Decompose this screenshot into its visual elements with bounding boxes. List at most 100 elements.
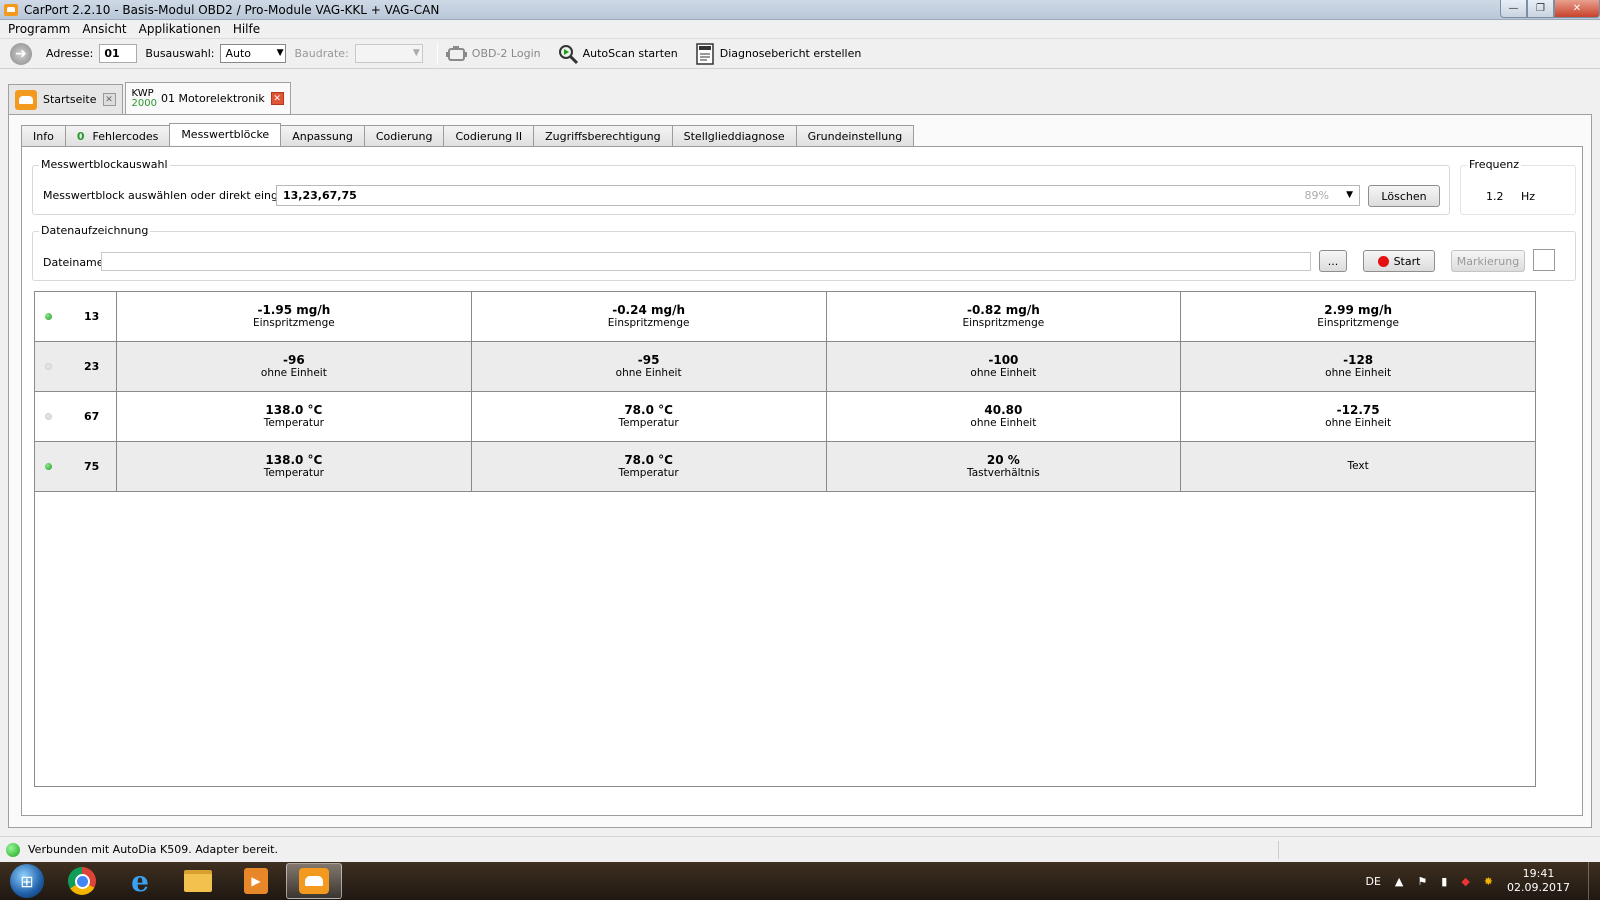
record-start-button[interactable]: Start [1363, 250, 1435, 272]
obd2-login-button[interactable]: OBD-2 Login [445, 43, 541, 65]
bus-label: Busauswahl: [145, 47, 215, 60]
tab-fehlercodes[interactable]: 0 Fehlercodes [64, 125, 171, 146]
bus-select-value: Auto [225, 47, 252, 60]
minimize-button[interactable]: — [1500, 0, 1527, 18]
toolbar-separator [436, 42, 438, 65]
internet-explorer-icon: e [131, 864, 149, 898]
mwb-selection-title: Messwertblockauswahl [39, 158, 170, 171]
carport-app-icon [4, 3, 18, 16]
value-unit: Temperatur [618, 467, 679, 479]
measured-value: -0.24 mg/h [612, 303, 686, 317]
mwb-select-input[interactable]: 13,23,67,75 89% ▼ [276, 185, 1360, 206]
taskbar-carport[interactable] [286, 863, 342, 899]
car-icon [15, 89, 37, 110]
diagnose-report-button[interactable]: Diagnosebericht erstellen [694, 42, 862, 65]
frequency-unit: Hz [1521, 190, 1536, 203]
tab-stellglieddiagnose[interactable]: Stellglieddiagnose [671, 125, 797, 146]
connection-led-icon [6, 842, 20, 857]
tab-zugriffsberechtigung[interactable]: Zugriffsberechtigung [533, 125, 673, 146]
menu-ansicht[interactable]: Ansicht [78, 22, 134, 36]
mwb-select-label: Messwertblock auswählen oder direkt eing… [43, 189, 310, 202]
value-cell: Text [1181, 442, 1535, 491]
language-indicator[interactable]: DE [1366, 875, 1381, 888]
measured-value: -1.95 mg/h [257, 303, 331, 317]
record-start-label: Start [1393, 254, 1421, 268]
taskbar-explorer[interactable] [170, 863, 226, 899]
antivirus-icon[interactable]: ◆ [1461, 875, 1469, 888]
obd2-login-label: OBD-2 Login [471, 47, 541, 60]
action-center-flag-icon[interactable]: ⚑ [1417, 875, 1427, 888]
connect-arrow-button[interactable]: ➜ [10, 42, 32, 65]
value-unit: ohne Einheit [970, 367, 1037, 379]
close-tab-icon[interactable]: ✕ [102, 93, 116, 106]
measured-value: 138.0 °C [265, 453, 323, 467]
status-led-icon [45, 313, 52, 320]
value-unit: Temperatur [618, 417, 679, 429]
taskbar-internet-explorer[interactable]: e [112, 863, 168, 899]
kwp-version: 2000 [131, 97, 157, 109]
filename-label: Dateiname [43, 256, 104, 269]
menu-bar: Programm Ansicht Applikationen Hilfe [0, 20, 1600, 39]
frequency-title: Frequenz [1467, 158, 1522, 171]
start-button[interactable]: ⊞ [10, 864, 44, 898]
filename-input[interactable] [101, 252, 1311, 271]
marker-checkbox[interactable] [1533, 249, 1555, 271]
block-status-cell: 23 [35, 342, 117, 391]
show-hidden-icons-icon[interactable]: ▲ [1395, 875, 1403, 888]
block-status-cell: 75 [35, 442, 117, 491]
measured-value: 78.0 °C [624, 453, 673, 467]
tab-startseite[interactable]: Startseite ✕ [8, 84, 123, 114]
address-input[interactable]: 01 [99, 44, 138, 63]
tab-startseite-label: Startseite [43, 93, 97, 106]
value-unit: ohne Einheit [615, 367, 682, 379]
taskbar-chrome[interactable] [54, 863, 110, 899]
show-desktop-button[interactable] [1588, 862, 1600, 900]
tab-motorelektronik[interactable]: KWP 2000 01 Motorelektronik ✕ [124, 82, 291, 114]
value-cell: -12.75 ohne Einheit [1181, 392, 1535, 441]
battery-icon[interactable]: ▮ [1441, 875, 1447, 888]
autoscan-label: AutoScan starten [582, 47, 678, 60]
volume-icon[interactable]: ✸ [1484, 875, 1493, 888]
address-label: Adresse: [46, 47, 94, 60]
tab-codierung[interactable]: Codierung [363, 125, 445, 146]
baud-select[interactable]: ▼ [354, 44, 423, 63]
taskbar-media-player[interactable]: ▶ [228, 863, 284, 899]
close-button[interactable]: ✕ [1554, 0, 1600, 18]
frequency-value: 1.2 [1486, 190, 1504, 203]
value-cell: 78.0 °C Temperatur [471, 442, 827, 491]
title-bar: CarPort 2.2.10 - Basis-Modul OBD2 / Pro-… [0, 0, 1600, 20]
value-cell: 138.0 °C Temperatur [117, 442, 472, 491]
measured-value: 138.0 °C [265, 403, 323, 417]
table-row: 23 -96 ohne Einheit -95 ohne Einheit -100 o… [35, 342, 1535, 392]
close-tab-icon[interactable]: ✕ [270, 92, 284, 105]
maximize-button[interactable]: ❐ [1527, 0, 1554, 18]
value-unit: Text [1347, 460, 1369, 472]
autoscan-button[interactable]: AutoScan starten [557, 43, 678, 65]
value-unit: ohne Einheit [1325, 367, 1392, 379]
block-status-cell: 13 [35, 292, 117, 341]
browse-button[interactable]: ... [1319, 250, 1347, 272]
menu-applikationen[interactable]: Applikationen [135, 22, 229, 36]
value-unit: Einspritzmenge [1317, 317, 1399, 329]
tab-messwertbloecke[interactable]: Messwertblöcke [169, 123, 282, 145]
menu-programm[interactable]: Programm [4, 22, 78, 36]
tab-codierung-2[interactable]: Codierung II [443, 125, 535, 146]
value-cell: -0.24 mg/h Einspritzmenge [472, 292, 827, 341]
tab-info[interactable]: Info [21, 125, 66, 146]
value-cell: 78.0 °C Temperatur [472, 392, 827, 441]
markierung-button[interactable]: Markierung [1451, 250, 1525, 272]
tab-anpassung[interactable]: Anpassung [280, 125, 365, 146]
value-cell: 2.99 mg/h Einspritzmenge [1181, 292, 1535, 341]
value-unit: Tastverhältnis [967, 467, 1040, 479]
tab-fehlercodes-label: Fehlercodes [92, 129, 159, 143]
bus-select[interactable]: Auto ▼ [220, 44, 287, 63]
measured-value: 2.99 mg/h [1324, 303, 1393, 317]
loeschen-button[interactable]: Löschen [1368, 185, 1440, 207]
tab-grundeinstellung[interactable]: Grundeinstellung [795, 125, 915, 146]
windows-logo-icon: ⊞ [20, 871, 34, 891]
menu-hilfe[interactable]: Hilfe [229, 22, 268, 36]
value-cell: -1.95 mg/h Einspritzmenge [117, 292, 472, 341]
clock[interactable]: 19:41 02.09.2017 [1507, 867, 1570, 895]
value-unit: ohne Einheit [1325, 417, 1392, 429]
diagnose-report-label: Diagnosebericht erstellen [719, 47, 862, 60]
